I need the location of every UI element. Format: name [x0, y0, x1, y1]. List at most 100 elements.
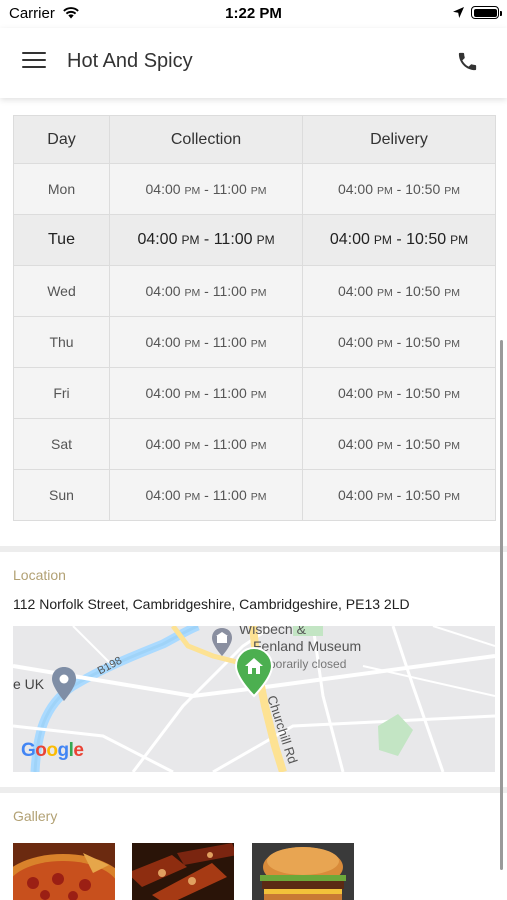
place-pin-icon[interactable]: [51, 666, 77, 702]
ampm-label: PM: [250, 389, 267, 401]
time-value: 11:00: [212, 385, 247, 401]
collection-hours-cell: 04:00 PM - 11:00 PM: [109, 367, 303, 419]
location-map[interactable]: Wisbech & Fenland Museum porarily closed…: [13, 626, 495, 772]
ampm-label: PM: [250, 338, 267, 350]
status-bar: Carrier 1:22 PM: [0, 0, 507, 28]
table-row: Mon 04:00 PM - 11:00 PM 04:00 PM - 10:50 PM: [13, 163, 496, 215]
ampm-label: PM: [377, 338, 393, 350]
delivery-hours-cell: 04:00 PM - 10:50 PM: [302, 265, 496, 317]
ampm-label: PM: [184, 440, 201, 452]
google-logo-letter: o: [46, 740, 58, 761]
ampm-label: PM: [377, 440, 393, 452]
column-header-delivery: Delivery: [302, 115, 496, 164]
day-cell: Sat: [13, 418, 110, 470]
google-logo: Google: [21, 740, 84, 762]
delivery-hours-cell: 04:00 PM - 10:50 PM: [302, 214, 496, 266]
map-museum-status: porarily closed: [269, 657, 347, 671]
ampm-label: PM: [444, 287, 461, 299]
time-value: 10:50: [405, 283, 441, 299]
day-cell: Wed: [13, 265, 110, 317]
ampm-label: PM: [250, 287, 267, 299]
table-row: Fri 04:00 PM - 11:00 PM 04:00 PM - 10:50 PM: [13, 367, 496, 419]
time-value: 10:50: [405, 334, 441, 350]
table-header-row: Day Collection Delivery: [13, 115, 496, 164]
column-header-collection: Collection: [109, 115, 303, 164]
ampm-label: PM: [373, 233, 392, 247]
time-value: 10:50: [405, 436, 441, 452]
table-row: Tue 04:00 PM - 11:00 PM 04:00 PM - 10:50 PM: [13, 214, 496, 266]
time-value: 10:50: [405, 385, 441, 401]
time-value: 11:00: [212, 181, 247, 197]
time-value: 04:00: [337, 436, 374, 452]
opening-hours-table: Day Collection Delivery Mon 04:00 PM - 11:…: [13, 115, 496, 521]
collection-hours-cell: 04:00 PM - 11:00 PM: [109, 265, 303, 317]
ampm-label: PM: [250, 491, 267, 503]
page-title: Hot And Spicy: [67, 50, 193, 72]
restaurant-address: 112 Norfolk Street, Cambridgeshire, Camb…: [13, 596, 410, 612]
time-value: 10:50: [405, 181, 441, 197]
ampm-label: PM: [250, 185, 267, 197]
day-cell: Sun: [13, 469, 110, 521]
ampm-label: PM: [377, 185, 393, 197]
delivery-hours-cell: 04:00 PM - 10:50 PM: [302, 316, 496, 368]
google-logo-letter: e: [73, 740, 84, 761]
time-value: 04:00: [145, 487, 181, 503]
delivery-hours-cell: 04:00 PM - 10:50 PM: [302, 418, 496, 470]
google-logo-letter: o: [35, 740, 47, 761]
google-logo-letter: g: [57, 740, 70, 761]
phone-call-icon[interactable]: [456, 50, 479, 73]
time-value: 04:00: [145, 283, 181, 299]
column-header-day: Day: [13, 115, 110, 164]
museum-pin-icon[interactable]: [211, 626, 233, 662]
time-value: 04:00: [145, 385, 181, 401]
table-row: Sat 04:00 PM - 11:00 PM 04:00 PM - 10:50 PM: [13, 418, 496, 470]
collection-hours-cell: 04:00 PM - 11:00 PM: [109, 214, 303, 266]
table-row: Thu 04:00 PM - 11:00 PM 04:00 PM - 10:50 PM: [13, 316, 496, 368]
section-divider: [0, 787, 507, 793]
time-value: 11:00: [213, 231, 253, 248]
ampm-label: PM: [377, 287, 393, 299]
ampm-label: PM: [184, 338, 201, 350]
time-value: 04:00: [145, 334, 181, 350]
ampm-label: PM: [181, 233, 200, 247]
scrollbar[interactable]: [500, 340, 503, 870]
gallery-item-pizza[interactable]: [13, 843, 115, 900]
google-logo-letter: G: [21, 740, 36, 761]
collection-hours-cell: 04:00 PM - 11:00 PM: [109, 163, 303, 215]
ampm-label: PM: [450, 233, 469, 247]
section-divider: [0, 546, 507, 552]
time-value: 04:00: [145, 436, 181, 452]
location-section-label: Location: [13, 567, 66, 583]
time-value: 10:50: [405, 487, 441, 503]
time-value: 04:00: [337, 181, 374, 197]
gallery-section-label: Gallery: [13, 808, 58, 824]
location-arrow-icon: [453, 7, 464, 18]
table-row: Wed 04:00 PM - 11:00 PM 04:00 PM - 10:50 PM: [13, 265, 496, 317]
time-value: 11:00: [212, 436, 247, 452]
collection-hours-cell: 04:00 PM - 11:00 PM: [109, 418, 303, 470]
time-value: 04:00: [329, 231, 370, 248]
delivery-hours-cell: 04:00 PM - 10:50 PM: [302, 163, 496, 215]
day-cell: Tue: [13, 214, 110, 266]
time-value: 11:00: [212, 334, 247, 350]
battery-icon: [471, 6, 502, 19]
home-pin-icon[interactable]: [234, 646, 274, 698]
ampm-label: PM: [184, 185, 201, 197]
gallery-item-burger[interactable]: [252, 843, 354, 900]
ampm-label: PM: [377, 491, 393, 503]
ampm-label: PM: [184, 389, 201, 401]
collection-hours-cell: 04:00 PM - 11:00 PM: [109, 316, 303, 368]
ampm-label: PM: [444, 185, 461, 197]
time-value: 11:00: [212, 283, 247, 299]
ampm-label: PM: [444, 338, 461, 350]
gallery-item-grilled-skewers[interactable]: [132, 843, 234, 900]
ampm-label: PM: [184, 491, 201, 503]
table-row: Sun 04:00 PM - 11:00 PM 04:00 PM - 10:50 PM: [13, 469, 496, 521]
hamburger-menu-icon[interactable]: [22, 52, 46, 70]
map-place-uk: e UK: [13, 676, 45, 692]
clock-time: 1:22 PM: [225, 5, 282, 22]
day-cell: Mon: [13, 163, 110, 215]
time-value: 04:00: [137, 231, 178, 248]
time-value: 04:00: [337, 487, 374, 503]
time-value: 04:00: [145, 181, 181, 197]
